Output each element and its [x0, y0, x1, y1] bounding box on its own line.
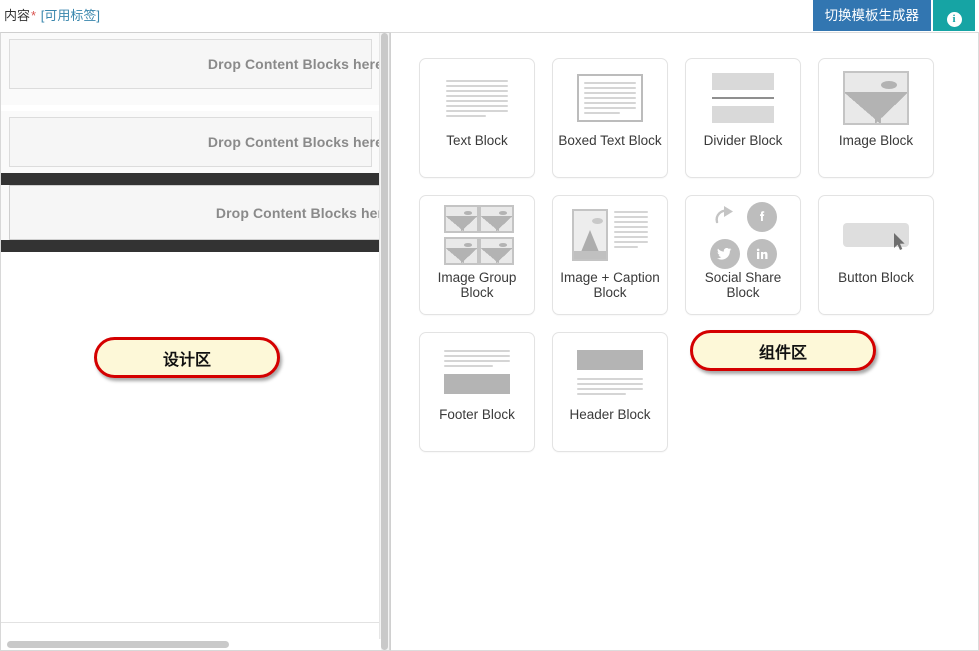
button-cursor-icon	[819, 196, 933, 270]
header-icon	[553, 333, 667, 407]
block-card-header[interactable]: Header Block	[552, 332, 668, 452]
block-label: Footer Block	[439, 407, 515, 422]
block-label: Social Share Block	[704, 270, 782, 300]
cursor-arrow-icon	[893, 232, 907, 257]
dropzone-group-3-selected[interactable]: Drop Content Blocks here	[1, 173, 389, 252]
block-card-divider[interactable]: Divider Block	[685, 58, 801, 178]
block-label: Header Block	[569, 407, 651, 422]
palette-panel: Text Block Boxed Text Block Divider Bloc…	[390, 32, 979, 651]
block-label: Image Block	[838, 133, 914, 148]
dropzone-gap	[1, 105, 380, 111]
block-palette-grid: Text Block Boxed Text Block Divider Bloc…	[419, 58, 959, 452]
dropzone-label: Drop Content Blocks here	[215, 204, 390, 221]
field-label-row: 内容* [可用标签]	[4, 5, 100, 24]
canvas-empty-area[interactable]	[1, 252, 380, 622]
design-panel-vertical-scrollbar[interactable]	[379, 33, 389, 650]
dropzone-separator	[1, 95, 380, 105]
block-label: Boxed Text Block	[558, 133, 662, 148]
block-label: Button Block	[838, 270, 914, 285]
top-bar: 内容* [可用标签] 切换模板生成器 i	[0, 0, 979, 32]
block-card-social-share[interactable]: Social Share Block	[685, 195, 801, 315]
dropzone-group-2[interactable]: Drop Content Blocks here	[1, 117, 383, 167]
image-caption-icon	[553, 196, 667, 270]
block-card-image-caption[interactable]: Image + Caption Block	[552, 195, 668, 315]
text-lines-icon	[420, 59, 534, 133]
block-label: Divider Block	[703, 133, 783, 148]
dropzone-group-1[interactable]: Drop Content Blocks here	[1, 39, 383, 89]
facebook-icon	[746, 201, 777, 232]
block-card-image[interactable]: Image Block	[818, 58, 934, 178]
block-label: Text Block	[446, 133, 508, 148]
dropzone[interactable]: Drop Content Blocks here	[9, 185, 389, 240]
block-card-boxed-text[interactable]: Boxed Text Block	[552, 58, 668, 178]
block-card-footer[interactable]: Footer Block	[419, 332, 535, 452]
block-label: Image Group Block	[437, 270, 517, 300]
scrollbar-thumb-horizontal[interactable]	[7, 641, 229, 648]
dropzone[interactable]: Drop Content Blocks here	[9, 117, 383, 167]
social-share-icon	[686, 196, 800, 270]
info-button[interactable]: i	[933, 0, 975, 31]
divider-icon	[686, 59, 800, 133]
image-group-icon	[420, 196, 534, 270]
available-tags-link[interactable]: [可用标签]	[41, 8, 100, 23]
design-canvas[interactable]: Drop Content Blocks here Drop Content Bl…	[1, 33, 389, 623]
field-label: 内容	[4, 8, 31, 23]
annotation-design-area: 设计区	[94, 337, 280, 378]
design-panel-horizontal-scrollbar[interactable]	[1, 639, 381, 650]
toggle-template-generator-button[interactable]: 切换模板生成器	[812, 0, 931, 31]
scrollbar-thumb-vertical[interactable]	[381, 33, 388, 650]
twitter-icon	[709, 238, 740, 269]
annotation-component-area: 组件区	[690, 330, 876, 371]
block-card-image-group[interactable]: Image Group Block	[419, 195, 535, 315]
dropzone-label: Drop Content Blocks here	[207, 134, 383, 150]
footer-icon	[420, 333, 534, 407]
selection-bar-top	[1, 173, 380, 185]
info-icon: i	[946, 12, 962, 27]
selection-bar-bottom	[1, 240, 380, 252]
required-asterisk: *	[31, 8, 37, 23]
image-icon	[819, 59, 933, 133]
boxed-text-icon	[553, 59, 667, 133]
block-label: Image + Caption Block	[560, 270, 660, 300]
block-card-text[interactable]: Text Block	[419, 58, 535, 178]
linkedin-icon	[746, 238, 777, 269]
dropzone-label: Drop Content Blocks here	[207, 56, 383, 72]
block-card-button[interactable]: Button Block	[818, 195, 934, 315]
dropzone[interactable]: Drop Content Blocks here	[9, 39, 383, 89]
share-arrow-icon	[710, 202, 740, 232]
